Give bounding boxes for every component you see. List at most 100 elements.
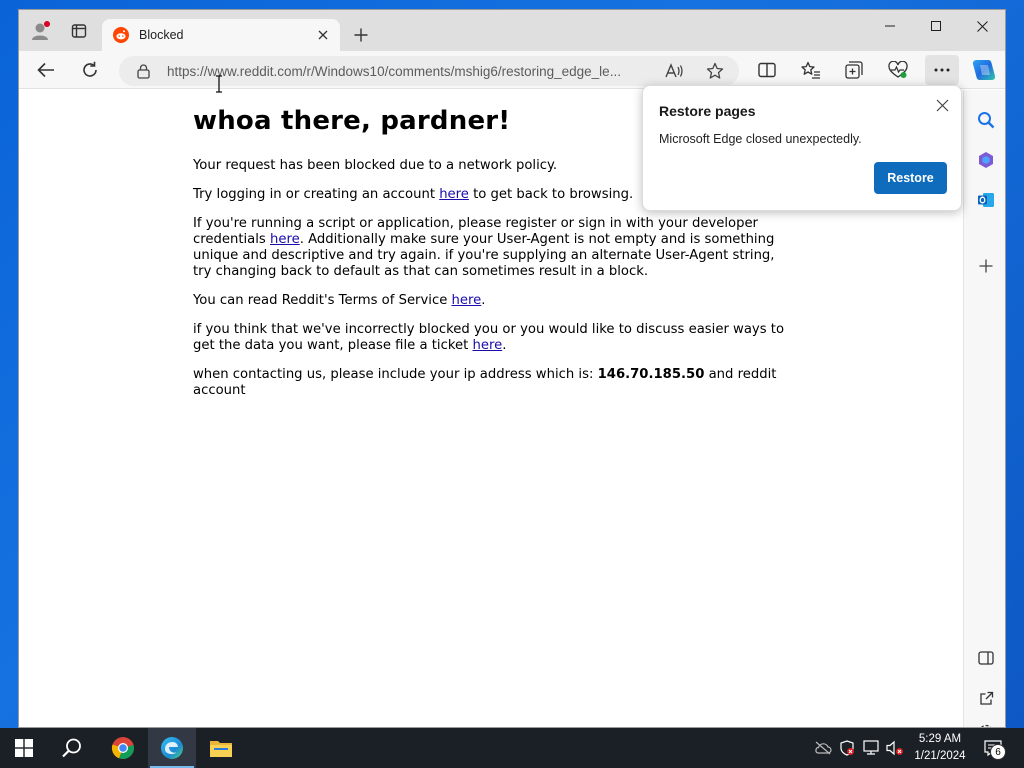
- taskbar: 5:29 AM 1/21/2024: [0, 728, 1024, 768]
- search-icon: [62, 738, 81, 758]
- network-icon: [863, 740, 879, 755]
- address-bar[interactable]: https://www.reddit.com/r/Windows10/comme…: [119, 56, 739, 86]
- sidebar-tools-button[interactable]: [972, 146, 1000, 174]
- copilot-button[interactable]: [969, 55, 999, 85]
- ip-address: 146.70.185.50: [597, 367, 705, 382]
- tray-network[interactable]: [859, 728, 883, 768]
- paragraph-terms: You can read Reddit's Terms of Service h…: [193, 293, 793, 309]
- read-aloud-icon: [665, 63, 683, 78]
- edge-icon: [161, 737, 183, 759]
- star-icon: [706, 62, 724, 79]
- back-arrow-icon: [37, 62, 54, 78]
- back-button[interactable]: [31, 55, 61, 85]
- tools-icon: [979, 152, 993, 168]
- restore-button[interactable]: Restore: [874, 162, 947, 194]
- search-icon: [978, 112, 995, 129]
- chrome-icon: [111, 737, 134, 760]
- close-icon: [976, 20, 988, 32]
- hide-sidebar-button[interactable]: [972, 644, 1000, 672]
- taskbar-file-explorer[interactable]: [197, 728, 245, 768]
- favorites-button[interactable]: [796, 55, 826, 85]
- maximize-button[interactable]: [913, 10, 959, 42]
- sidebar-toggle-icon: [978, 651, 994, 665]
- login-here-link[interactable]: here: [439, 187, 469, 202]
- favorites-icon: [801, 61, 820, 79]
- restore-pages-popup: Restore pages Microsoft Edge closed unex…: [642, 85, 962, 211]
- tab-title: Blocked: [139, 28, 184, 42]
- ticket-here-link[interactable]: here: [472, 338, 502, 353]
- outlook-icon: [978, 193, 994, 207]
- tray-network-offline[interactable]: [811, 728, 835, 768]
- paragraph-text: Try logging in or creating an account: [193, 187, 440, 202]
- paragraph-text: when contacting us, please include your …: [193, 367, 598, 382]
- window-controls: [867, 10, 1005, 42]
- sidebar-add-button[interactable]: [972, 252, 1000, 280]
- address-bar-actions: [655, 56, 735, 86]
- close-icon: [936, 99, 948, 111]
- tab-actions-button[interactable]: [63, 16, 95, 46]
- file-explorer-icon: [210, 741, 232, 757]
- tray-volume[interactable]: [883, 728, 907, 768]
- notification-count-badge: 6: [990, 744, 1006, 760]
- taskbar-edge[interactable]: [148, 728, 196, 768]
- external-link-icon: [979, 691, 993, 705]
- lock-icon[interactable]: [137, 63, 151, 79]
- text-cursor-icon: [216, 75, 222, 93]
- open-external-button[interactable]: [972, 684, 1000, 712]
- sidebar-search-button[interactable]: [972, 106, 1000, 134]
- split-screen-button[interactable]: [752, 55, 782, 85]
- settings-and-more-button[interactable]: [925, 55, 959, 85]
- start-button[interactable]: [0, 728, 48, 768]
- address-url[interactable]: https://www.reddit.com/r/Windows10/comme…: [167, 64, 647, 79]
- paragraph-text: Your request has been blocked due to a n…: [193, 158, 558, 173]
- close-window-button[interactable]: [959, 10, 1005, 42]
- paragraph-text: .: [481, 293, 486, 308]
- taskbar-search-button[interactable]: [48, 728, 96, 768]
- clock-time: 5:29 AM: [918, 733, 962, 745]
- tray-security[interactable]: [835, 728, 859, 768]
- taskbar-clock[interactable]: 5:29 AM 1/21/2024: [908, 731, 972, 765]
- paragraph-text: You can read Reddit's Terms of Service: [193, 293, 452, 308]
- navigation-toolbar: https://www.reddit.com/r/Windows10/comme…: [19, 51, 1005, 89]
- refresh-button[interactable]: [75, 55, 105, 85]
- security-shield-icon: [840, 740, 854, 756]
- taskbar-chrome[interactable]: [99, 728, 147, 768]
- collections-button[interactable]: [839, 55, 869, 85]
- paragraph-script: If you're running a script or applicatio…: [193, 216, 793, 280]
- tab-close-button[interactable]: [310, 22, 336, 48]
- read-aloud-button[interactable]: [655, 56, 695, 86]
- developer-here-link[interactable]: here: [270, 232, 300, 247]
- refresh-icon: [83, 61, 97, 77]
- minimize-icon: [885, 25, 895, 27]
- favorite-button[interactable]: [695, 56, 735, 86]
- profile-icon: [32, 21, 50, 40]
- tab-blocked[interactable]: Blocked: [102, 19, 340, 51]
- close-icon: [318, 30, 328, 40]
- clock-date: 1/21/2024: [914, 750, 966, 762]
- copilot-icon: [972, 60, 996, 80]
- plus-icon: [979, 259, 993, 273]
- cloud-offline-icon: [815, 741, 832, 755]
- start-icon: [15, 739, 33, 757]
- browser-essentials-button[interactable]: [883, 55, 913, 85]
- edge-sidebar: [963, 90, 1005, 727]
- sidebar-settings-button[interactable]: [972, 718, 1000, 727]
- sidebar-outlook-button[interactable]: [972, 186, 1000, 214]
- popup-title: Restore pages: [659, 103, 756, 119]
- collections-icon: [845, 61, 863, 79]
- reddit-favicon-icon: [113, 27, 129, 43]
- profile-button[interactable]: [25, 16, 57, 46]
- popup-message: Microsoft Edge closed unexpectedly.: [659, 132, 862, 146]
- paragraph-ip: when contacting us, please include your …: [193, 367, 793, 399]
- paragraph-text: to get back to browsing.: [468, 187, 634, 202]
- popup-close-button[interactable]: [929, 92, 955, 118]
- title-bar: Blocked: [19, 10, 1005, 51]
- minimize-button[interactable]: [867, 10, 913, 42]
- split-screen-icon: [758, 62, 776, 78]
- paragraph-ticket: if you think that we've incorrectly bloc…: [193, 322, 793, 354]
- volume-muted-icon: [886, 740, 903, 756]
- maximize-icon: [931, 21, 941, 31]
- terms-here-link[interactable]: here: [452, 293, 482, 308]
- tab-actions-icon: [71, 24, 87, 38]
- new-tab-button[interactable]: [347, 21, 375, 49]
